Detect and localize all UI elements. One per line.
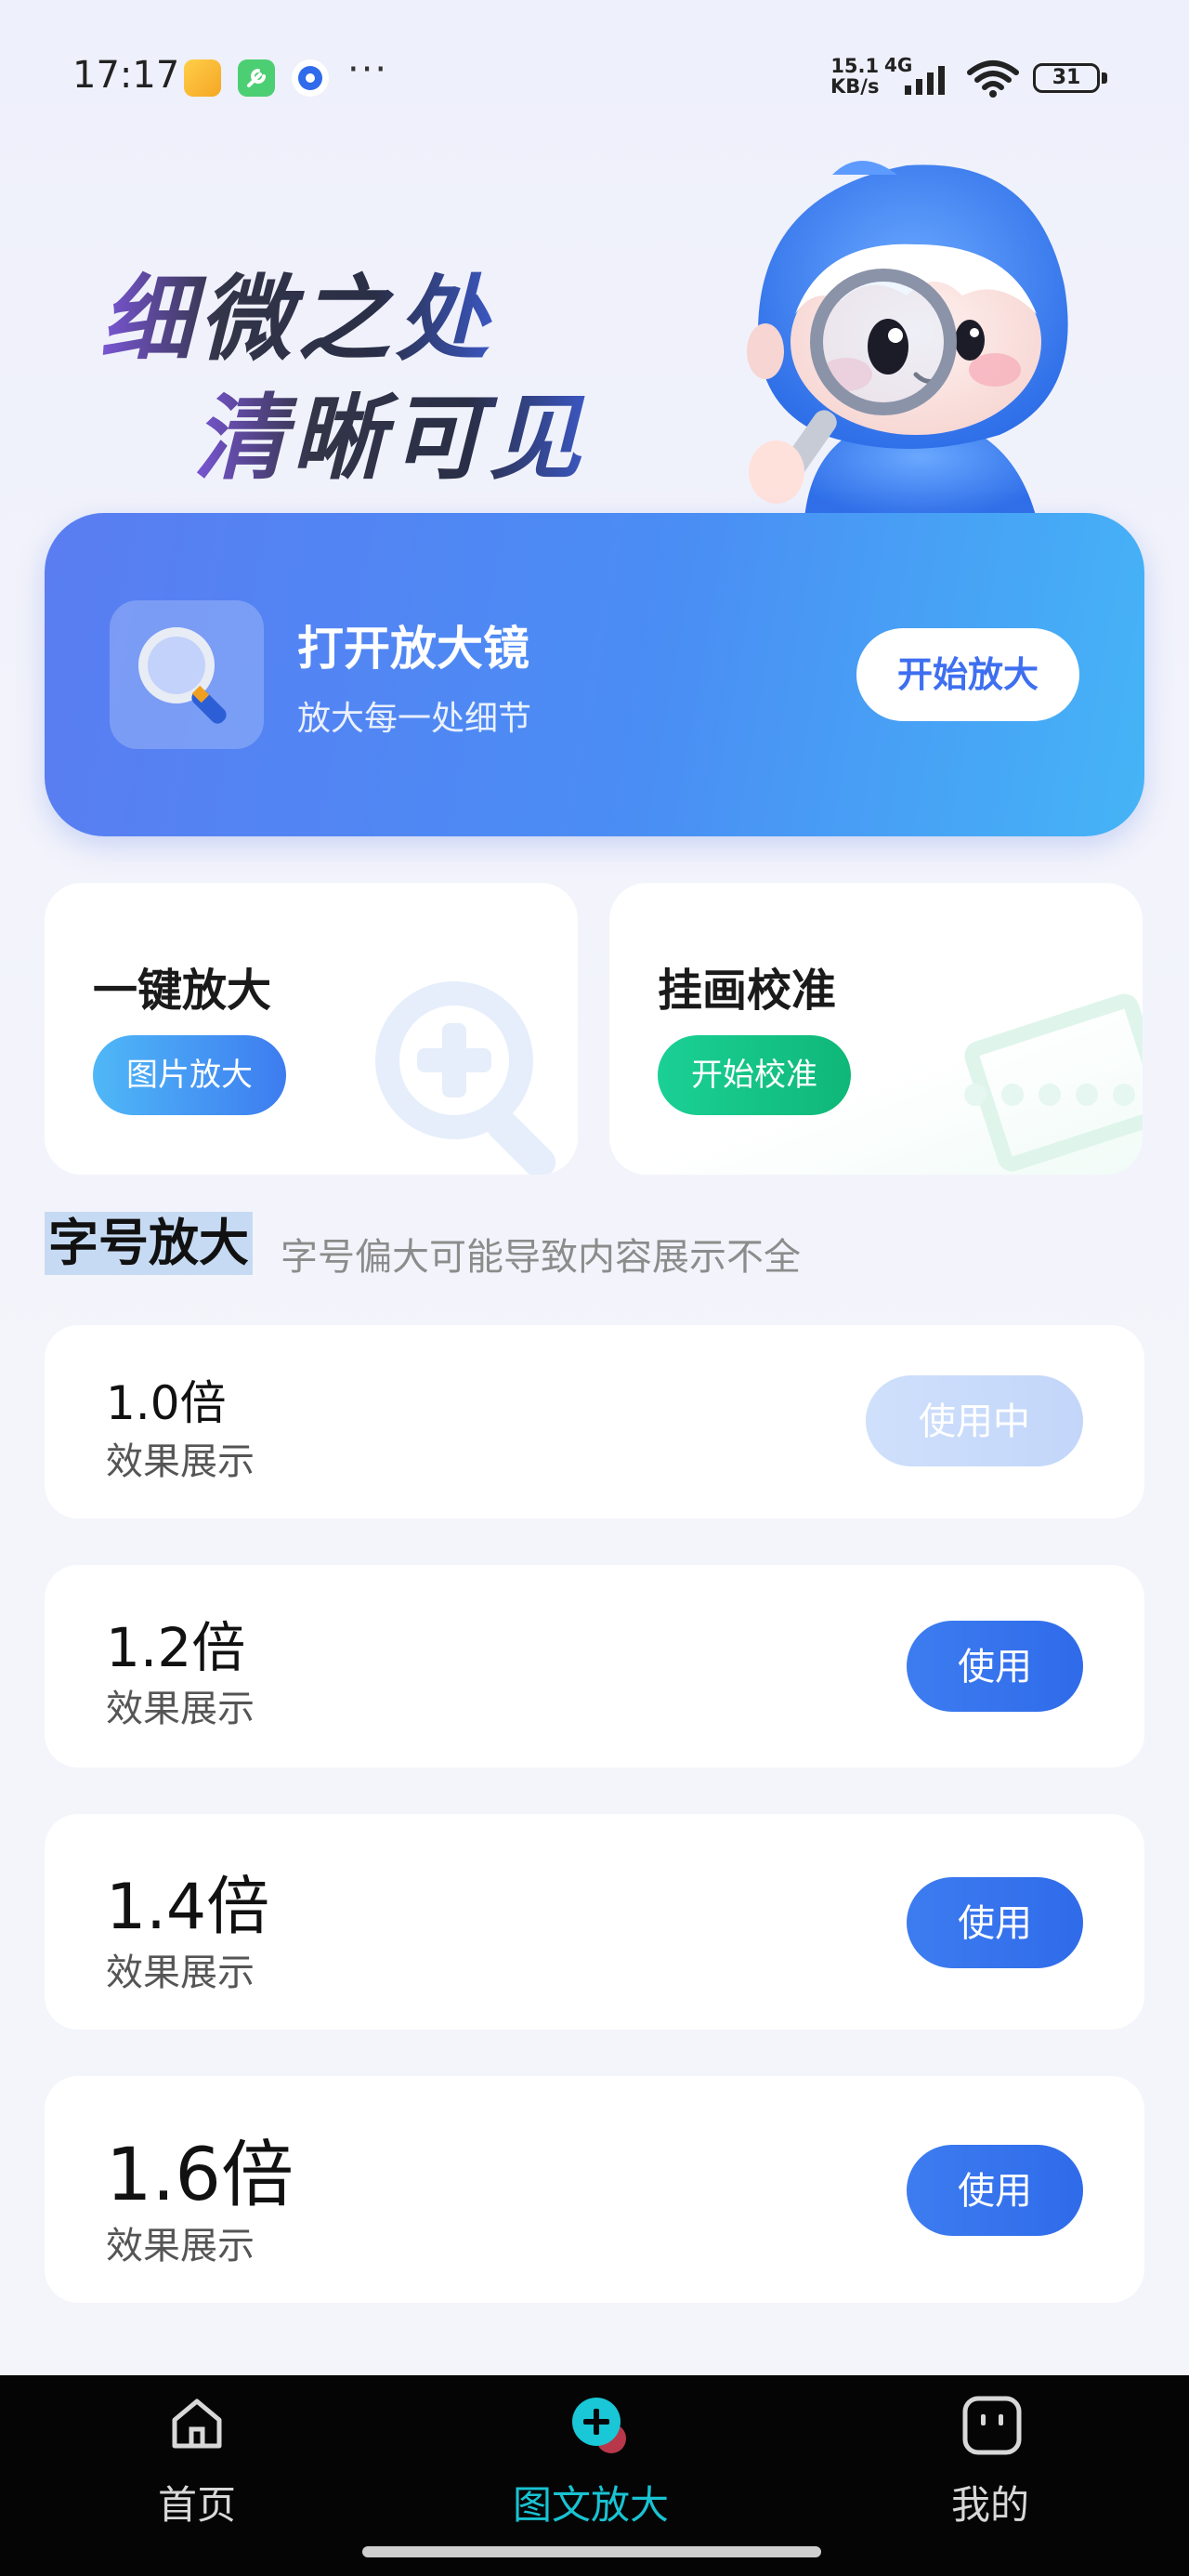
mascot-magnifier-illustration [747, 161, 1068, 519]
painting-align-title: 挂画校准 [658, 965, 837, 1017]
hero-title-line2: 清晰可见 [193, 362, 587, 497]
use-button[interactable]: 使用 [907, 2145, 1083, 2236]
painting-align-card[interactable]: 挂画校准 开始校准 [609, 883, 1143, 1175]
start-align-button[interactable]: 开始校准 [658, 1035, 851, 1115]
painting-frame-watermark-icon [964, 993, 1143, 1172]
zoom-plus-watermark-icon [375, 981, 556, 1175]
profile-face-icon [962, 2396, 1022, 2455]
font-scale-title: 字号放大 [45, 1212, 253, 1275]
status-time: 17:17 [72, 54, 180, 97]
font-scale-value: 1.2倍 [106, 1616, 246, 1679]
gallery-app-icon [184, 59, 221, 97]
zoom-plus-icon [572, 2398, 626, 2453]
start-magnify-button[interactable]: 开始放大 [856, 628, 1079, 721]
font-scale-effect: 效果展示 [106, 1688, 255, 1730]
signal-icon [905, 66, 945, 95]
font-scale-effect: 效果展示 [106, 1952, 255, 1994]
nav-item-home[interactable]: 首页 [130, 2388, 264, 2537]
hero-title-line1: 细微之处 [100, 243, 494, 378]
tools-app-icon [238, 59, 275, 97]
nav-label-profile: 我的 [951, 2482, 1030, 2528]
font-scale-value: 1.6倍 [106, 2134, 294, 2217]
in-use-button[interactable]: 使用中 [866, 1375, 1083, 1466]
battery-indicator: 31 [1033, 63, 1100, 93]
nav-item-zoom[interactable]: 图文放大 [511, 2388, 678, 2537]
browser-app-icon [292, 59, 329, 97]
home-indicator[interactable] [362, 2546, 821, 2557]
nav-item-profile[interactable]: 我的 [929, 2388, 1063, 2537]
wifi-icon [967, 60, 1019, 98]
banner-title: 打开放大镜 [297, 622, 529, 676]
font-scale-effect: 效果展示 [106, 2225, 255, 2267]
banner-subtitle: 放大每一处细节 [297, 700, 532, 738]
magnifier-icon [110, 600, 264, 749]
image-zoom-button[interactable]: 图片放大 [93, 1035, 286, 1115]
nav-label-zoom: 图文放大 [513, 2482, 670, 2528]
use-button[interactable]: 使用 [907, 1621, 1083, 1712]
more-notifications-icon: ··· [347, 48, 389, 91]
battery-tip [1102, 72, 1107, 84]
font-scale-note: 字号偏大可能导致内容展示不全 [281, 1236, 801, 1279]
font-scale-value: 1.4倍 [106, 1871, 270, 1944]
nav-label-home: 首页 [158, 2482, 237, 2528]
home-icon [172, 2399, 222, 2449]
one-tap-zoom-card[interactable]: 一键放大 图片放大 [45, 883, 578, 1175]
use-button[interactable]: 使用 [907, 1877, 1083, 1968]
font-scale-effect: 效果展示 [106, 1440, 255, 1483]
font-scale-value: 1.0倍 [106, 1376, 227, 1430]
network-speed: 15.1 KB/s [830, 55, 880, 98]
one-tap-zoom-title: 一键放大 [93, 965, 272, 1017]
